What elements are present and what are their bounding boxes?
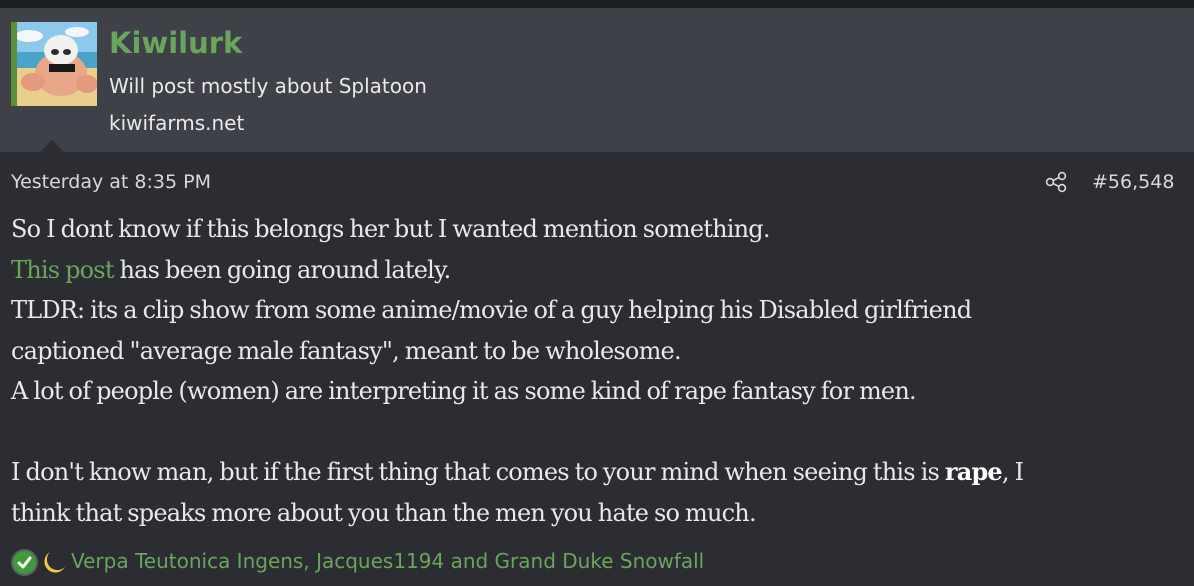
post-line: think that speaks more about you than th… (11, 498, 757, 527)
post-body: So I dont know if this belongs her but I… (11, 209, 1181, 533)
message-user-header: Kiwilurk Will post mostly about Splatoon… (0, 8, 1194, 152)
post-line: So I dont know if this belongs her but I… (11, 215, 771, 243)
top-strip (0, 0, 1194, 8)
post-line: A lot of people (women) are interpreting… (11, 377, 917, 405)
username[interactable]: Kiwilurk (109, 23, 242, 63)
user-avatar[interactable] (11, 22, 97, 106)
user-website: kiwifarms.net (109, 111, 245, 135)
user-title: Will post mostly about Splatoon (109, 74, 427, 98)
post-line: TLDR: its a clip show from some anime/mo… (11, 296, 972, 324)
share-icon[interactable] (1045, 171, 1067, 193)
reaction-users[interactable]: Verpa Teutonica Ingens, Jacques1194 and … (71, 547, 704, 575)
post-line: captioned "average male fantasy", meant … (11, 336, 682, 365)
post-line: This post has been going around lately. (11, 250, 1181, 291)
post-date[interactable]: Yesterday at 8:35 PM (11, 169, 211, 195)
post-text: I don't know man, but if the first thing… (11, 458, 945, 486)
post-line: I don't know man, but if the first thing… (11, 452, 1181, 493)
this-post-link[interactable]: This post (11, 256, 114, 284)
post-text: , I (1001, 458, 1024, 486)
header-pointer-arrow (40, 140, 64, 152)
post-text: has been going around lately. (113, 255, 452, 284)
post-number[interactable]: #56,548 (1092, 169, 1174, 195)
bold-text: rape (944, 457, 1003, 486)
agree-check-icon[interactable] (11, 549, 38, 576)
lunacy-moon-icon[interactable] (41, 550, 67, 576)
